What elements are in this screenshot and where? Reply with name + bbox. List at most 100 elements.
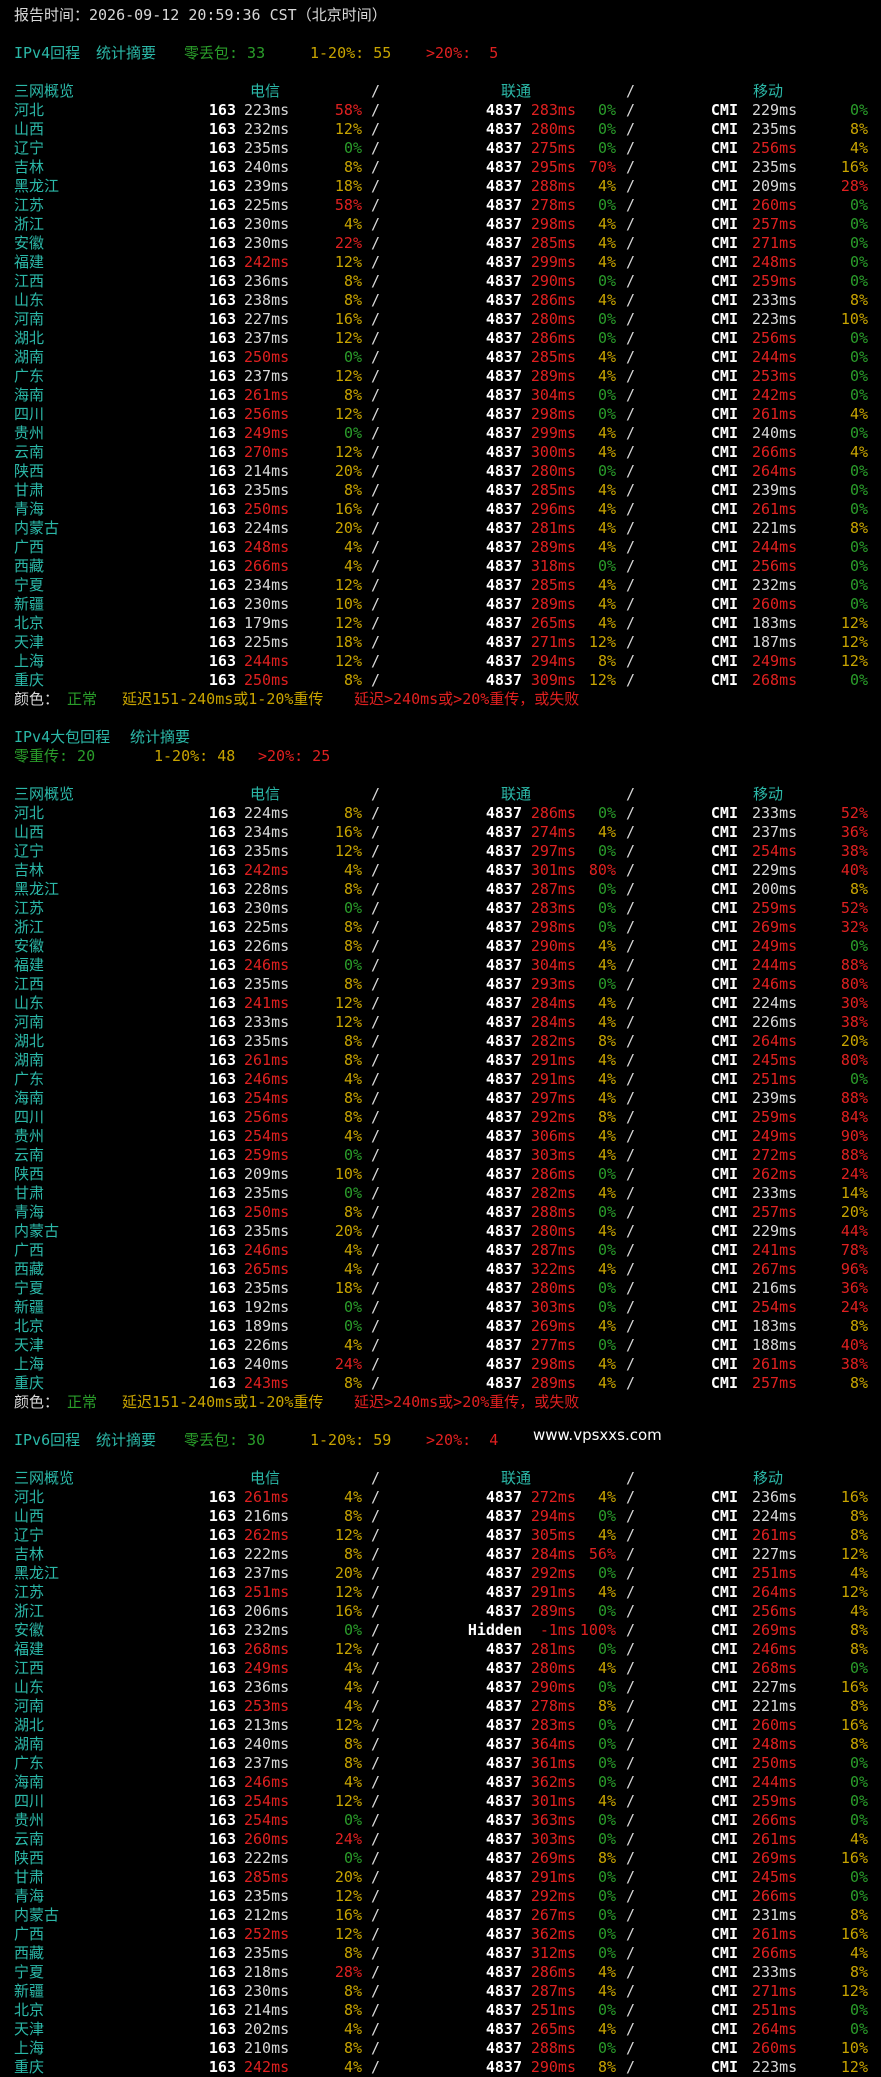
telecom-loss: 0%	[343, 1621, 362, 1639]
region-name: 山东	[14, 291, 45, 309]
mobile-asn: CMI	[710, 158, 738, 176]
col-sep: /	[371, 424, 381, 442]
telecom-latency: 238ms	[244, 291, 290, 309]
unicom-loss: 8%	[597, 652, 616, 670]
mobile-loss: 0%	[849, 2020, 868, 2038]
table-row: 辽宁 163 235ms 12%/4837 297ms 0% / CMI 254ms 38%	[14, 842, 874, 861]
table-row: 山西 163 232ms 12%/4837 280ms 0% / CMI 235ms 8%	[14, 120, 874, 139]
mobile-loss: 88%	[840, 956, 868, 974]
telecom-asn: 163	[208, 177, 236, 195]
region-name: 安徽	[14, 234, 45, 252]
col-sep: /	[371, 1849, 381, 1867]
telecom-loss: 8%	[343, 1507, 362, 1525]
mobile-latency: 183ms	[752, 1317, 798, 1335]
col-sep: /	[626, 120, 636, 138]
telecom-asn: 163	[208, 1013, 236, 1031]
col-sep: /	[371, 804, 381, 822]
mobile-loss: 80%	[840, 975, 868, 993]
col-sep: /	[626, 291, 636, 309]
table-row: 湖南 163 240ms 8%/4837 364ms 0% / CMI 248ms 8%	[14, 1735, 874, 1754]
telecom-loss: 20%	[334, 519, 362, 537]
table-row: 黑龙江 163 228ms 8%/4837 287ms 0% / CMI 200ms 8%	[14, 880, 874, 899]
telecom-asn: 163	[208, 215, 236, 233]
telecom-loss: 4%	[343, 1241, 362, 1259]
table-row: 内蒙古 163 212ms 16%/4837 267ms 0% / CMI 231ms 8%	[14, 1906, 874, 1925]
col-sep: /	[371, 614, 381, 632]
telecom-asn: 163	[208, 633, 236, 651]
table-row: 江苏 163 251ms 12%/4837 291ms 4% / CMI 264ms 12%	[14, 1583, 874, 1602]
unicom-loss: 4%	[597, 1488, 616, 1506]
region-name: 海南	[14, 1089, 45, 1107]
telecom-loss: 28%	[334, 1963, 362, 1981]
region-name: 北京	[14, 2001, 45, 2019]
telecom-loss: 20%	[334, 1868, 362, 1886]
mobile-asn: CMI	[710, 1089, 738, 1107]
col-sep: /	[626, 500, 636, 518]
telecom-latency: 226ms	[244, 1336, 290, 1354]
table-row: 贵州 163 254ms 0%/4837 363ms 0% / CMI 266ms 0%	[14, 1811, 874, 1830]
region-name: 江西	[14, 272, 45, 290]
col-sep: /	[371, 1241, 381, 1259]
col-sep: /	[626, 1469, 636, 1487]
telecom-latency: 224ms	[244, 519, 290, 537]
table-row: 云南 163 270ms 12%/4837 300ms 4% / CMI 266ms 4%	[14, 443, 874, 462]
mobile-asn: CMI	[710, 1735, 738, 1753]
unicom-loss: 0%	[597, 1640, 616, 1658]
mobile-latency: 257ms	[752, 215, 798, 233]
col-sep: /	[371, 1260, 381, 1278]
col-sep: /	[626, 1222, 636, 1240]
mobile-loss: 4%	[849, 443, 868, 461]
mobile-latency: 240ms	[752, 424, 798, 442]
mobile-latency: 209ms	[752, 177, 798, 195]
section-title: IPv6回程	[14, 1431, 81, 1449]
telecom-asn: 163	[208, 1089, 236, 1107]
telecom-loss: 4%	[343, 1697, 362, 1715]
mobile-latency: 236ms	[752, 1488, 798, 1506]
mobile-asn: CMI	[710, 1165, 738, 1183]
color-legend: 颜色： 正常 延迟151-240ms或1-20%重传 延迟>240ms或>20%重传，…	[14, 690, 874, 709]
telecom-loss: 8%	[343, 804, 362, 822]
mobile-loss: 0%	[849, 1868, 868, 1886]
telecom-asn: 163	[208, 2039, 236, 2057]
telecom-loss: 18%	[334, 177, 362, 195]
telecom-asn: 163	[208, 1374, 236, 1392]
mobile-latency: 260ms	[752, 196, 798, 214]
col-sep: /	[371, 101, 381, 119]
mobile-latency: 264ms	[752, 1583, 798, 1601]
mobile-loss: 0%	[849, 538, 868, 556]
region-name: 上海	[14, 652, 45, 670]
summary-mid: 1-20%: 48	[154, 747, 236, 765]
telecom-asn: 163	[208, 2020, 236, 2038]
telecom-loss: 8%	[343, 937, 362, 955]
telecom-loss: 4%	[343, 1260, 362, 1278]
region-name: 湖南	[14, 1735, 45, 1753]
col-sep: /	[626, 937, 636, 955]
section-summary-line: IPv4大包回程 统计摘要	[14, 728, 874, 747]
telecom-loss: 8%	[343, 386, 362, 404]
col-sep: /	[626, 1203, 636, 1221]
col-sep: /	[626, 272, 636, 290]
telecom-loss: 12%	[334, 1925, 362, 1943]
telecom-loss: 0%	[343, 139, 362, 157]
telecom-asn: 163	[208, 804, 236, 822]
table-row: 青海 163 250ms 8%/4837 288ms 0% / CMI 257ms 20%	[14, 1203, 874, 1222]
mobile-loss: 16%	[840, 1678, 868, 1696]
telecom-latency: 210ms	[244, 2039, 290, 2057]
col-sep: /	[371, 1222, 381, 1240]
mobile-loss: 8%	[849, 1906, 868, 1924]
mobile-loss: 32%	[840, 918, 868, 936]
mobile-latency: 256ms	[752, 139, 798, 157]
unicom-loss: 4%	[597, 1792, 616, 1810]
mobile-asn: CMI	[710, 1659, 738, 1677]
telecom-asn: 163	[208, 1241, 236, 1259]
telecom-latency: 227ms	[244, 310, 290, 328]
table-row: 广东 163 237ms 8%/4837 361ms 0% / CMI 250ms 0%	[14, 1754, 874, 1773]
telecom-loss: 20%	[334, 1564, 362, 1582]
table-row: 吉林 163 240ms 8%/4837 295ms 70% / CMI 235ms 16%	[14, 158, 874, 177]
table-row: 河北 163 224ms 8%/4837 286ms 0% / CMI 233ms 52%	[14, 804, 874, 823]
mobile-asn: CMI	[710, 614, 738, 632]
unicom-loss: 0%	[597, 2001, 616, 2019]
unicom-loss: 0%	[597, 1773, 616, 1791]
telecom-latency: 256ms	[244, 1108, 290, 1126]
